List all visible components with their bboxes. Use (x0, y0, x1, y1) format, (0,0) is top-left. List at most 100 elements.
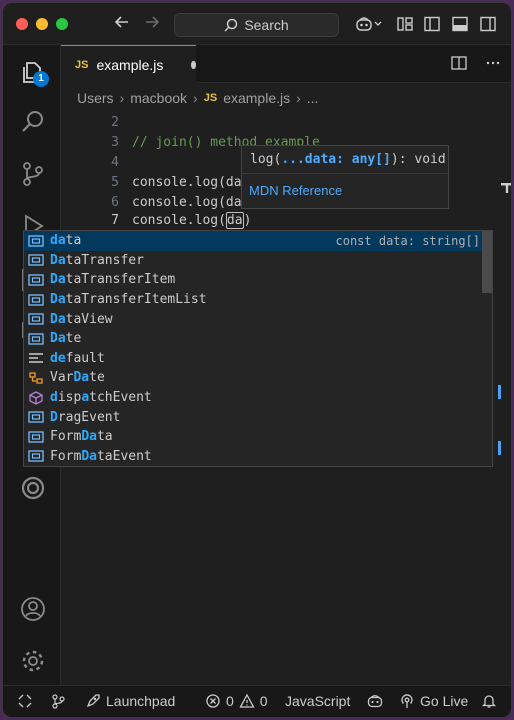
line-number-active: 7 (111, 213, 119, 228)
suggestion-item[interactable]: data const data: string[] (24, 231, 492, 251)
toggle-secondary-sidebar-icon[interactable] (479, 15, 497, 33)
go-live-label: Go Live (420, 693, 469, 709)
problems-button[interactable]: 0 0 (205, 693, 268, 709)
code-line: console.log(da (132, 175, 242, 190)
gear-icon[interactable] (20, 648, 46, 674)
suggestion-item[interactable]: FormDataEvent (24, 447, 492, 467)
chevron-down-icon[interactable] (373, 15, 383, 33)
remote-indicator-icon[interactable] (17, 693, 33, 709)
account-icon[interactable] (20, 596, 46, 622)
suggestion-label: data (50, 233, 82, 249)
suggestion-label: DragEvent (50, 409, 121, 425)
suggestion-label: DataView (50, 311, 113, 327)
variable-icon (28, 430, 44, 444)
search-icon[interactable] (20, 109, 46, 135)
bug-ports-icon[interactable] (50, 693, 66, 709)
layout-customize-icon[interactable] (396, 15, 414, 33)
method-icon (28, 390, 44, 405)
launchpad-label: Launchpad (106, 693, 176, 709)
suggestion-scrollbar[interactable] (482, 231, 492, 466)
line-number: 4 (111, 155, 119, 170)
arrow-left-icon[interactable] (113, 13, 131, 36)
code-line-active: console.log(da) (132, 212, 252, 229)
vscode-window: Search 1 JS example.js Users › macbook ›… (2, 2, 512, 718)
minimize-window-button[interactable] (36, 18, 48, 30)
suggestion-item[interactable]: dispatchEvent (24, 388, 492, 408)
go-live-button[interactable]: Go Live (399, 693, 468, 709)
mdn-reference-link[interactable]: MDN Reference (242, 174, 448, 208)
toggle-primary-sidebar-icon[interactable] (423, 15, 441, 33)
language-mode-button[interactable]: JavaScript (285, 693, 350, 709)
broadcast-icon (401, 694, 413, 708)
error-count: 0 (226, 693, 234, 709)
suggestion-label: FormDataEvent (50, 448, 152, 464)
suggestion-label: DataTransferItem (50, 272, 176, 288)
suggestion-scrollbar-thumb[interactable] (482, 231, 492, 293)
text-cursor-icon (501, 183, 511, 193)
more-actions-icon[interactable] (485, 55, 501, 71)
line-number: 6 (111, 195, 119, 210)
variable-icon (28, 273, 44, 287)
suggestion-label: Date (50, 331, 82, 347)
explorer-badge: 1 (33, 71, 49, 87)
chevron-right-icon: › (193, 90, 198, 106)
suggestion-item[interactable]: DataView (24, 309, 492, 329)
suggestion-item[interactable]: FormData (24, 427, 492, 447)
title-bar: Search (3, 3, 511, 45)
source-control-icon[interactable] (20, 161, 46, 187)
variable-icon (28, 410, 44, 424)
toggle-panel-icon[interactable] (451, 15, 469, 33)
unsaved-dot-icon[interactable] (191, 60, 196, 69)
suggestion-item[interactable]: DataTransferItem (24, 270, 492, 290)
launchpad-button[interactable]: Launchpad (85, 693, 175, 709)
tab-actions (451, 55, 501, 71)
live-server-icon[interactable] (20, 475, 46, 501)
close-window-button[interactable] (16, 18, 28, 30)
split-editor-icon[interactable] (451, 55, 467, 71)
suggestion-item[interactable]: Date (24, 329, 492, 349)
suggestion-item[interactable]: DataTransfer (24, 251, 492, 271)
snippet-icon (28, 371, 44, 385)
breadcrumb-item-macbook[interactable]: macbook (130, 90, 187, 106)
line-number: 2 (111, 115, 119, 130)
status-bar: Launchpad 0 0 JavaScript Go Live (3, 685, 511, 717)
maximize-window-button[interactable] (56, 18, 68, 30)
command-center-search[interactable]: Search (174, 13, 339, 37)
suggestion-widget: data const data: string[] DataTransfer Data… (23, 230, 493, 467)
suggestion-label: FormData (50, 429, 113, 445)
suggestion-label: DataTransfer (50, 252, 144, 268)
warning-icon (239, 693, 255, 708)
line-number: 5 (111, 175, 119, 190)
suggestion-item[interactable]: DataTransferItemList (24, 290, 492, 310)
search-icon (224, 18, 238, 32)
search-label: Search (244, 17, 289, 33)
breadcrumb: Users › macbook › JS example.js › ... (77, 87, 318, 109)
rocket-icon (86, 694, 100, 708)
breadcrumb-item-symbol[interactable]: ... (307, 90, 319, 106)
line-number: 3 (111, 135, 119, 150)
variable-icon (28, 293, 44, 307)
suggestion-label: dispatchEvent (50, 390, 152, 406)
variable-icon (28, 234, 44, 248)
error-icon (206, 694, 220, 708)
tab-example-js[interactable]: JS example.js (61, 45, 196, 83)
breadcrumb-item-users[interactable]: Users (77, 90, 114, 106)
variable-icon (28, 449, 44, 463)
suggestion-label: DataTransferItemList (50, 292, 207, 308)
javascript-file-icon: JS (75, 58, 89, 71)
suggestion-item[interactable]: DragEvent (24, 407, 492, 427)
suggestion-item[interactable]: VarDate (24, 368, 492, 388)
javascript-file-icon: JS (203, 92, 218, 104)
scroll-marker (498, 385, 501, 399)
breadcrumb-item-file[interactable]: example.js (223, 90, 290, 106)
active-parameter: ...data: any[] (281, 152, 391, 167)
suggestion-item[interactable]: default (24, 349, 492, 369)
copilot-icon[interactable] (367, 693, 383, 709)
bell-icon[interactable] (481, 693, 497, 709)
signature-help-popup: log(...data: any[]): void MDN Reference (241, 145, 449, 209)
copilot-icon[interactable] (355, 15, 373, 33)
variable-icon (28, 312, 44, 326)
arrow-right-icon[interactable] (143, 13, 161, 36)
code-line: console.log(da (132, 195, 242, 210)
editor-tabs: JS example.js (61, 45, 511, 83)
